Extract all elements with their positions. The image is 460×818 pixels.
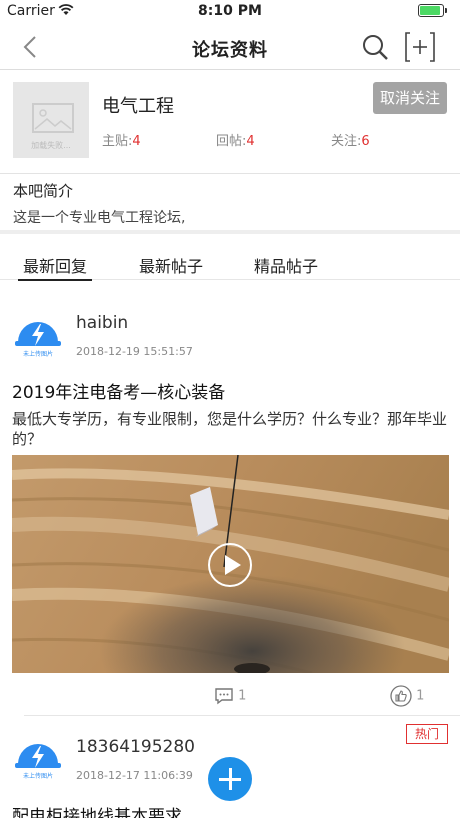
posts-count: 主贴:4 [102,130,141,149]
avatar-caption: 未上传图片 [23,350,53,358]
post-author[interactable]: 18364195280 [76,737,195,757]
search-icon[interactable] [360,32,390,62]
intro-title: 本吧简介 [13,182,74,200]
followers-count: 关注:6 [331,130,370,149]
post-body: 最低大专学历，有专业限制，您是什么学历？什么专业？那年毕业的？ [12,410,448,448]
page-title: 论坛资料 [192,40,268,61]
intro-text: 这是一个专业电气工程论坛, [13,210,186,226]
forum-header: 加载失败... 电气工程 取消关注 主贴:4 回帖:4 关注:6 [0,72,460,174]
stat-value: 4 [246,134,255,149]
thumb-placeholder-text: 加载失败... [31,140,71,150]
avatar-caption: 未上传图片 [23,772,53,780]
thumbs-up-icon [390,685,412,707]
stat-label: 主贴: [102,134,133,149]
forum-thumbnail: 加载失败... [13,82,89,158]
stat-value: 4 [132,134,141,149]
comment-icon [215,688,233,705]
stat-label: 关注: [331,134,362,149]
stat-value: 6 [361,134,370,149]
status-bar: Carrier 8:10 PM [0,0,460,22]
new-post-fab[interactable] [208,757,252,801]
post-title[interactable]: 2019年注电备考—核心装备 [12,378,225,403]
post-title[interactable]: 配电柜接地线基本要求 [12,802,182,818]
post-video[interactable] [12,455,449,673]
post-author[interactable]: haibin [76,313,128,333]
post-card[interactable]: 未上传图片 haibin 2018-12-19 15:51:57 2019年注电… [0,280,460,714]
avatar[interactable]: 未上传图片 [12,308,64,360]
tab-featured-posts[interactable]: 精品帖子 [254,253,318,277]
avatar[interactable]: 未上传图片 [12,730,64,782]
clock: 8:10 PM [198,3,262,19]
nav-bar: 论坛资料 [0,22,460,70]
like-count: 1 [416,688,425,704]
battery-icon [418,4,447,17]
unfollow-button[interactable]: 取消关注 [373,82,447,114]
post-time: 2018-12-19 15:51:57 [76,345,193,358]
play-icon[interactable] [208,543,252,587]
comment-count: 1 [238,688,247,704]
tab-latest-posts[interactable]: 最新帖子 [139,253,203,277]
battery-level-fill [420,6,440,15]
tab-bar: 最新回复 最新帖子 精品帖子 [0,238,460,281]
post-time: 2018-12-17 11:06:39 [76,769,193,782]
forum-name: 电气工程 [102,96,174,117]
image-placeholder-icon: 加载失败... [31,103,74,150]
like-button[interactable]: 1 [390,685,424,707]
hot-badge: 热门 [406,724,448,744]
add-forum-icon[interactable] [404,31,436,63]
tab-latest-replies[interactable]: 最新回复 [18,253,93,281]
stat-label: 回帖: [216,134,247,149]
forum-intro: 本吧简介 这是一个专业电气工程论坛, [0,174,460,234]
comment-button[interactable]: 1 [214,687,246,705]
replies-count: 回帖:4 [216,130,255,149]
